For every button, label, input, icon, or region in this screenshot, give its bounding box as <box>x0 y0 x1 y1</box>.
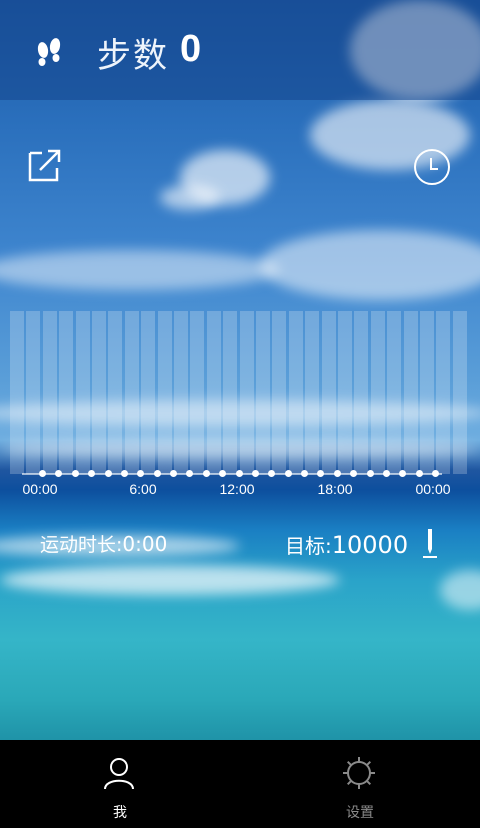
hourly-bar <box>223 311 238 474</box>
tick-label: 00:00 <box>22 481 58 497</box>
timeline-dot <box>235 470 243 477</box>
hourly-bar <box>420 311 434 474</box>
hourly-bar <box>387 311 402 474</box>
timeline-dot <box>333 470 341 477</box>
timeline-dot <box>202 470 210 477</box>
goal-label: 目标: <box>285 534 332 558</box>
hourly-bar <box>338 311 352 474</box>
settings-gear-icon <box>343 757 375 789</box>
hourly-bar <box>75 311 90 474</box>
timeline-dot <box>71 470 79 477</box>
duration-stat: 运动时长:0:00 <box>40 530 167 557</box>
tick-label: 12:00 <box>219 481 255 497</box>
hourly-bar <box>26 311 41 474</box>
page-title: 步数 <box>97 36 169 76</box>
timeline-dot <box>366 470 374 477</box>
timeline-dot <box>170 470 177 477</box>
bottom-tab-bar: 我 设置 <box>0 740 480 828</box>
timeline-dot <box>382 470 390 477</box>
hourly-bar <box>10 311 24 474</box>
goal-value: 10000 <box>331 531 409 559</box>
goal-stat: 目标:10000 <box>285 530 408 559</box>
timeline-dot <box>301 470 308 477</box>
tab-settings-label: 设置 <box>346 805 374 821</box>
hourly-bar <box>124 311 139 474</box>
hourly-bar <box>403 311 418 474</box>
timeline-dot <box>39 470 46 477</box>
share-external-icon[interactable] <box>28 148 62 182</box>
timeline-dot <box>284 470 292 477</box>
pencil-icon[interactable] <box>423 528 437 558</box>
hourly-bar <box>239 311 254 474</box>
hourly-bar <box>272 311 287 474</box>
hourly-bar <box>206 311 221 474</box>
duration-value: 0:00 <box>122 532 168 556</box>
footprints-icon <box>37 38 61 66</box>
timeline-dot <box>104 470 112 477</box>
duration-label: 运动时长: <box>40 534 123 556</box>
hourly-bar <box>141 311 156 474</box>
tick-label: 6:00 <box>129 481 157 497</box>
tick-label: 00:00 <box>415 481 451 497</box>
hourly-bar <box>42 311 57 474</box>
hourly-bar <box>370 311 385 474</box>
hourly-bar <box>108 311 123 474</box>
tab-me[interactable]: 我 <box>0 740 240 828</box>
tab-settings[interactable]: 设置 <box>240 740 480 828</box>
timeline-axis <box>22 473 442 475</box>
hourly-bar <box>436 311 451 474</box>
timeline-dot <box>120 470 128 477</box>
hourly-bar <box>92 311 106 474</box>
hourly-bar <box>256 311 270 474</box>
tick-label: 18:00 <box>317 481 353 497</box>
person-icon <box>104 758 134 790</box>
hourly-bar <box>321 311 336 474</box>
clock-icon[interactable] <box>413 148 451 186</box>
hourly-bars <box>10 311 480 474</box>
hourly-bar <box>190 311 205 474</box>
timeline-dot <box>415 470 423 477</box>
hourly-bar <box>59 311 74 474</box>
timeline-dot <box>153 470 161 477</box>
tab-me-label: 我 <box>113 805 127 821</box>
timeline-dot <box>432 470 439 477</box>
step-count: 0 <box>180 28 202 70</box>
header-bar: 步数 0 <box>0 0 480 100</box>
hourly-bar <box>354 311 369 474</box>
timeline-dot <box>251 470 259 477</box>
hourly-bar <box>288 311 303 474</box>
hourly-bar <box>157 311 172 474</box>
hourly-bar <box>305 311 320 474</box>
hourly-bar <box>174 311 188 474</box>
hourly-bar <box>452 311 467 474</box>
